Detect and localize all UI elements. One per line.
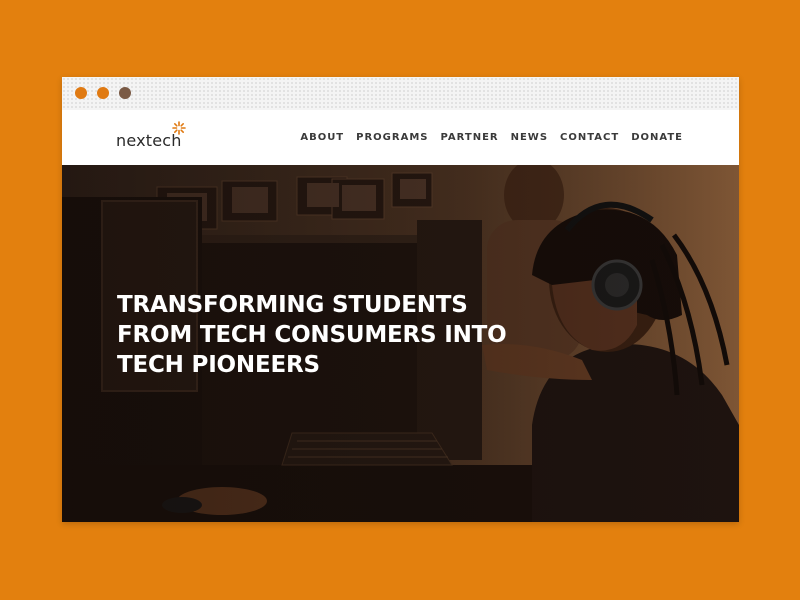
hero-section: TRANSFORMING STUDENTS FROM TECH CONSUMER…: [62, 165, 739, 522]
hero-headline-line-1: TRANSFORMING STUDENTS: [117, 292, 468, 318]
nav-partner[interactable]: PARTNER: [440, 132, 498, 143]
site-header: nextech ABOUT PROGRAMS PARTNER NEWS CONT: [62, 110, 739, 165]
nav-about[interactable]: ABOUT: [300, 132, 344, 143]
browser-window: nextech ABOUT PROGRAMS PARTNER NEWS CONT: [62, 77, 739, 522]
hero-headline-line-2: FROM TECH CONSUMERS INTO: [117, 322, 507, 348]
hero-headline-line-3: TECH PIONEERS: [117, 352, 320, 378]
window-maximize-dot-icon[interactable]: [119, 87, 131, 99]
logo-spark-icon: [172, 121, 186, 135]
main-nav: ABOUT PROGRAMS PARTNER NEWS CONTACT DONA…: [300, 132, 683, 143]
window-minimize-dot-icon[interactable]: [97, 87, 109, 99]
hero-headline: TRANSFORMING STUDENTS FROM TECH CONSUMER…: [117, 290, 507, 380]
nav-news[interactable]: NEWS: [511, 132, 548, 143]
nav-programs[interactable]: PROGRAMS: [356, 132, 428, 143]
nav-donate[interactable]: DONATE: [631, 132, 683, 143]
window-titlebar: [62, 77, 739, 110]
nav-contact[interactable]: CONTACT: [560, 132, 619, 143]
window-close-dot-icon[interactable]: [75, 87, 87, 99]
